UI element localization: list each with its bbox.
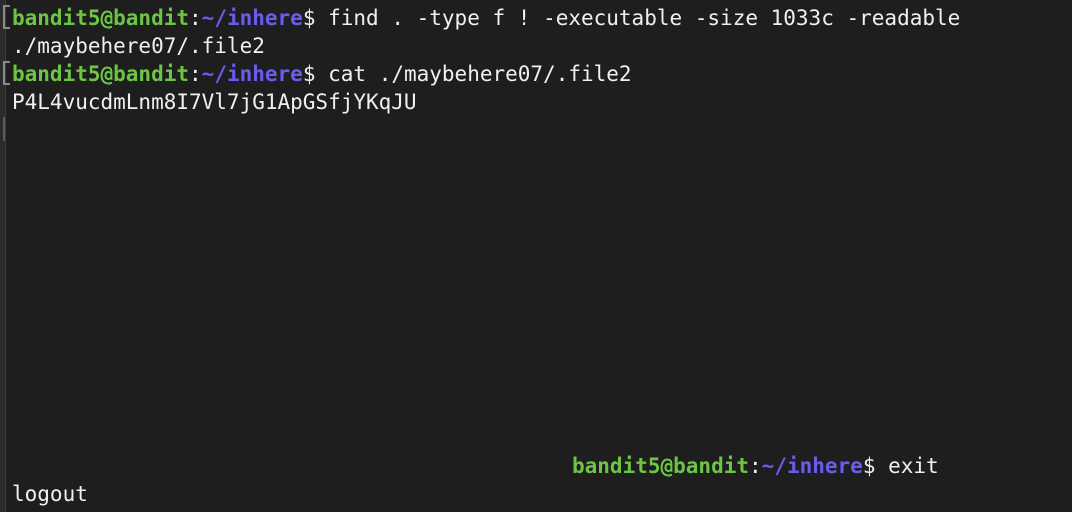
prompt-dollar: $ — [862, 454, 889, 478]
prompt-path: ~/inhere — [761, 454, 863, 478]
command-line-1: bandit5@bandit:~/inhere$ find . -type f … — [12, 4, 960, 32]
command-line-3: bandit5@bandit:~/inhere$ exit — [572, 452, 939, 480]
command-line-2: bandit5@bandit:~/inhere$ cat ./maybehere… — [12, 60, 632, 88]
command-text: exit — [888, 454, 939, 478]
prompt-colon: : — [189, 62, 202, 86]
prompt-path: ~/inhere — [201, 6, 303, 30]
prompt-user-host: bandit5@bandit — [12, 62, 190, 86]
cursor-line-marker-icon — [3, 117, 10, 141]
prompt-colon: : — [189, 6, 202, 30]
command-text: cat ./maybehere07/.file2 — [328, 62, 632, 86]
output-line-3: logout — [12, 482, 88, 506]
output-line-2: P4L4vucdmLnm8I7Vl7jG1ApGSfjYKqJU — [12, 90, 417, 114]
line-marker-icon — [3, 61, 10, 85]
line-marker-icon — [3, 5, 10, 29]
prompt-user-host: bandit5@bandit — [572, 454, 750, 478]
output-line-1: ./maybehere07/.file2 — [12, 34, 265, 58]
prompt-user-host: bandit5@bandit — [12, 6, 190, 30]
prompt-colon: : — [749, 454, 762, 478]
prompt-path: ~/inhere — [201, 62, 303, 86]
prompt-dollar: $ — [302, 6, 329, 30]
command-text: find . -type f ! -executable -size 1033c… — [328, 6, 961, 30]
prompt-dollar: $ — [302, 62, 329, 86]
terminal-window[interactable]: bandit5@bandit:~/inhere$ find . -type f … — [0, 0, 1072, 512]
